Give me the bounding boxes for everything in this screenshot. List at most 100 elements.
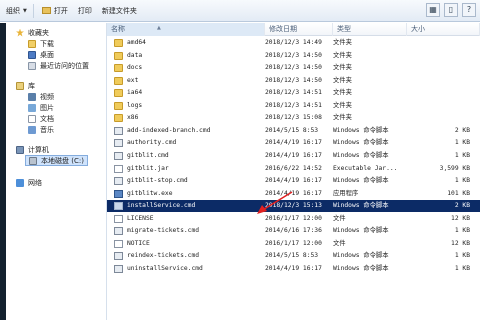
file-type: Windows 命令脚本 <box>333 202 389 210</box>
file-row[interactable]: docs 2018/12/3 14:50 文件夹 <box>107 62 480 74</box>
pictures-icon <box>28 103 36 112</box>
nav-desktop[interactable]: 桌面 <box>28 49 54 60</box>
file-type: 文件夹 <box>333 89 352 97</box>
file-name: ia64 <box>127 89 143 97</box>
folder-icon <box>114 89 123 98</box>
nav-recent-places[interactable]: 最近访问的位置 <box>28 60 89 71</box>
new-folder-button[interactable]: 新建文件夹 <box>98 2 141 20</box>
script-file-icon <box>114 139 123 148</box>
nav-documents[interactable]: 文档 <box>28 113 54 124</box>
file-icon <box>114 214 123 223</box>
nav-local-disk[interactable]: 本地磁盘 (C:) <box>25 155 88 166</box>
column-size-label: 大小 <box>411 25 425 33</box>
file-row[interactable]: amd64 2018/12/3 14:49 文件夹 <box>107 37 480 49</box>
file-size: 101 KB <box>447 189 470 197</box>
file-type: Windows 命令脚本 <box>333 126 389 134</box>
view-options-icon[interactable]: ▦ <box>426 3 440 17</box>
file-row[interactable]: gitblit-stop.cmd 2014/4/19 16:17 Windows 命… <box>107 175 480 187</box>
open-button[interactable]: 打开 <box>38 2 72 20</box>
file-name: ext <box>127 76 139 84</box>
file-size: 12 KB <box>451 239 470 247</box>
file-name: NOTICE <box>127 239 150 247</box>
file-row[interactable]: x86 2018/12/3 15:08 文件夹 <box>107 112 480 124</box>
file-date: 2016/1/17 12:00 <box>265 239 322 247</box>
nav-downloads[interactable]: 下载 <box>28 38 54 49</box>
file-size: 1 KB <box>454 139 470 147</box>
file-type: Windows 命令脚本 <box>333 227 389 235</box>
desktop-icon <box>28 50 36 59</box>
file-date: 2014/4/19 16:17 <box>265 264 322 272</box>
file-name: LICENSE <box>127 214 154 222</box>
column-type-label: 类型 <box>337 25 351 33</box>
file-type: Windows 命令脚本 <box>333 177 389 185</box>
help-icon[interactable]: ? <box>462 3 476 17</box>
file-size: 1 KB <box>454 177 470 185</box>
file-date: 2016/6/22 14:52 <box>265 164 322 172</box>
nav-libraries[interactable]: 库 <box>16 80 35 91</box>
nav-favorites[interactable]: 收藏夹 <box>16 27 49 38</box>
file-row[interactable]: ext 2018/12/3 14:50 文件夹 <box>107 75 480 87</box>
column-header-type[interactable]: 类型 <box>333 23 407 36</box>
folder-icon <box>114 101 123 110</box>
open-icon <box>41 7 51 14</box>
nav-downloads-label: 下载 <box>40 39 54 48</box>
sort-ascending-icon: ▲ <box>157 25 161 31</box>
column-header-date[interactable]: 修改日期 <box>265 23 333 36</box>
file-row[interactable]: NOTICE 2016/1/17 12:00 文件 12 KB <box>107 238 480 250</box>
organize-button[interactable]: 组织 ▼ <box>2 2 31 20</box>
file-size <box>407 75 470 87</box>
nav-videos[interactable]: 视频 <box>28 91 54 102</box>
file-name: gitblit-stop.cmd <box>127 177 188 185</box>
folder-icon <box>114 51 123 60</box>
script-file-icon <box>114 202 123 211</box>
file-size: 3,599 KB <box>439 164 470 172</box>
preview-pane-icon[interactable]: ▯ <box>444 3 458 17</box>
script-file-icon <box>114 264 123 273</box>
nav-favorites-label: 收藏夹 <box>28 28 49 37</box>
file-row[interactable]: migrate-tickets.cmd 2014/6/16 17:36 Window… <box>107 225 480 237</box>
file-name: gitblit.cmd <box>127 151 169 159</box>
nav-computer[interactable]: 计算机 <box>16 144 49 155</box>
nav-desktop-label: 桌面 <box>40 50 54 59</box>
file-row[interactable]: gitblit.cmd 2014/4/19 16:17 Windows 命令脚本 1 … <box>107 150 480 162</box>
file-date: 2014/5/15 8:53 <box>265 126 319 134</box>
nav-music[interactable]: 音乐 <box>28 124 54 135</box>
file-size <box>407 87 470 99</box>
window-edge <box>0 23 6 320</box>
column-name-label: 名称 <box>111 25 125 33</box>
command-bar: 组织 ▼ 打开 打印 新建文件夹 ▦ ▯ ? <box>0 0 480 22</box>
column-header-name[interactable]: 名称 ▲ <box>107 23 265 36</box>
file-row[interactable]: reindex-tickets.cmd 2014/5/15 8:53 Windows… <box>107 250 480 262</box>
file-row[interactable]: data 2018/12/3 14:50 文件夹 <box>107 50 480 62</box>
file-row[interactable]: authority.cmd 2014/4/19 16:17 Windows 命令脚本… <box>107 137 480 149</box>
file-size: 2 KB <box>454 202 470 210</box>
file-row[interactable]: gitblit.jar 2016/6/22 14:52 Executable Jar… <box>107 163 480 175</box>
nav-computer-label: 计算机 <box>28 145 49 154</box>
nav-music-label: 音乐 <box>40 125 54 134</box>
file-date: 2018/12/3 14:50 <box>265 64 322 72</box>
file-type: 文件夹 <box>333 76 352 84</box>
print-button[interactable]: 打印 <box>74 2 96 20</box>
file-date: 2014/4/19 16:17 <box>265 177 322 185</box>
file-type: Windows 命令脚本 <box>333 139 389 147</box>
file-name: installService.cmd <box>127 202 196 210</box>
file-row[interactable]: add-indexed-branch.cmd 2014/5/15 8:53 Wind… <box>107 125 480 137</box>
script-file-icon <box>114 177 123 186</box>
file-size: 2 KB <box>454 126 470 134</box>
nav-network[interactable]: 网络 <box>16 177 42 188</box>
nav-pictures[interactable]: 图片 <box>28 102 54 113</box>
music-icon <box>28 125 36 134</box>
column-header-size[interactable]: 大小 <box>407 23 480 36</box>
file-row[interactable]: uninstallService.cmd 2014/4/19 16:17 Windo… <box>107 263 480 275</box>
file-name: x86 <box>127 114 139 122</box>
video-icon <box>28 92 36 101</box>
script-file-icon <box>114 151 123 160</box>
file-row[interactable]: logs 2018/12/3 14:51 文件夹 <box>107 100 480 112</box>
file-size: 1 KB <box>454 264 470 272</box>
script-file-icon <box>114 252 123 261</box>
file-row[interactable]: ia64 2018/12/3 14:51 文件夹 <box>107 87 480 99</box>
nav-local-disk-label: 本地磁盘 (C:) <box>41 156 84 165</box>
file-name: reindex-tickets.cmd <box>127 252 200 260</box>
file-size <box>407 62 470 74</box>
file-date: 2018/12/3 14:51 <box>265 101 322 109</box>
